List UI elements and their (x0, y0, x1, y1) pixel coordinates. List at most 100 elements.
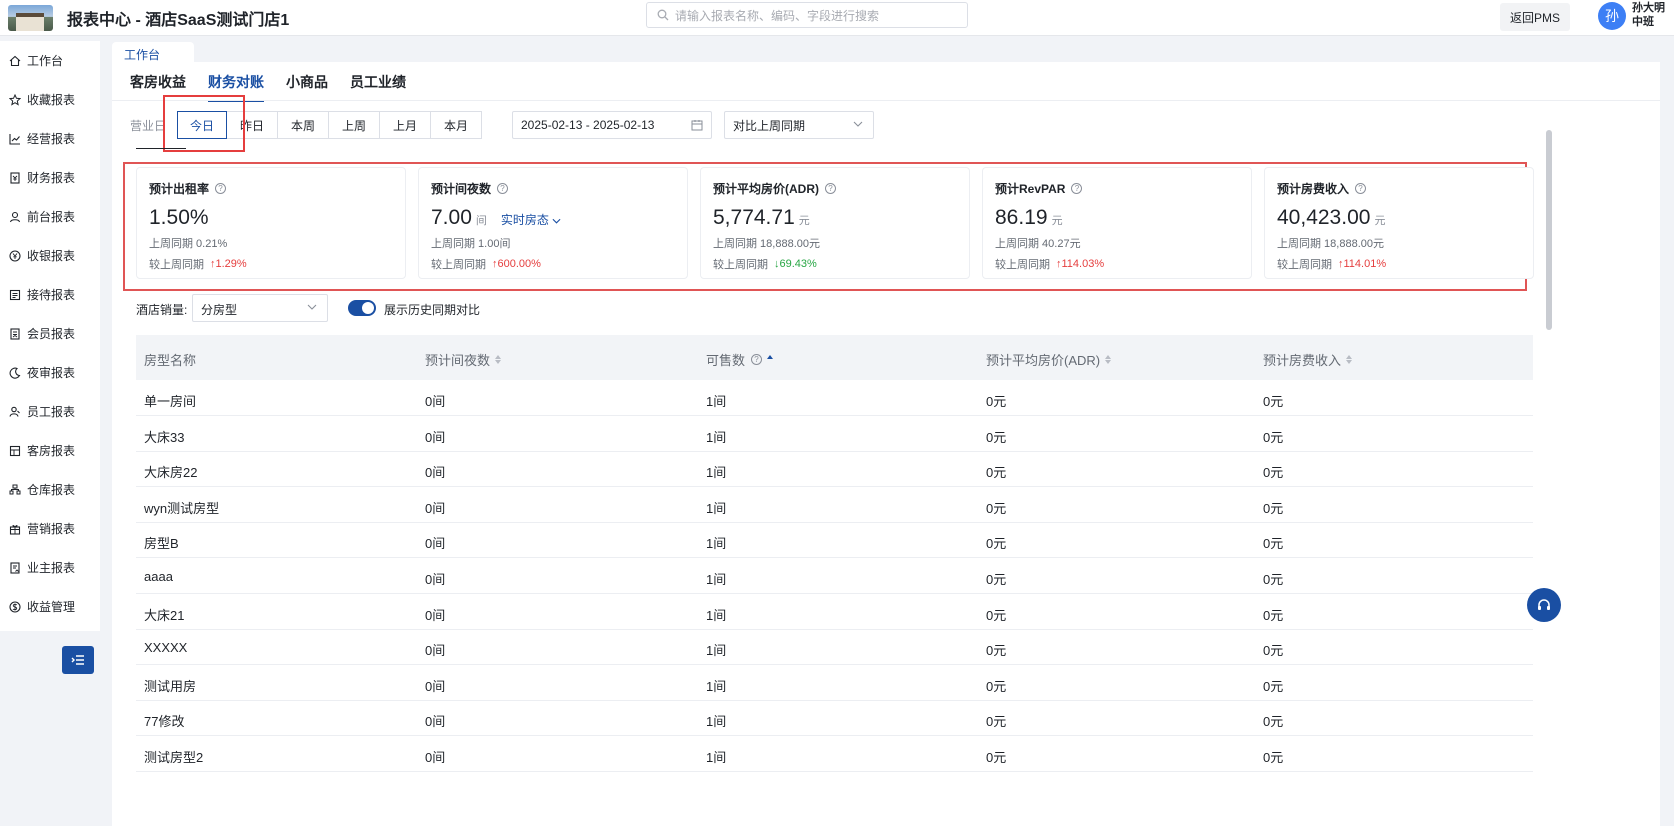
search-icon (657, 9, 669, 21)
room-nights-cell: 0间 (425, 714, 446, 730)
period-today-button[interactable]: 今日 (177, 111, 227, 139)
room-icon (8, 444, 22, 458)
table-row[interactable]: wyn测试房型 0间 1间 0元 0元 (136, 487, 1533, 523)
sidebar-item-label: 收藏报表 (27, 93, 76, 107)
table-header: 房型名称 预计间夜数 可售数? 预计平均房价(ADR) 预计房费收入 (136, 335, 1533, 380)
sort-icon[interactable] (495, 355, 502, 364)
history-compare-label: 展示历史同期对比 (384, 303, 481, 317)
group-by-select[interactable]: 分房型 (192, 294, 328, 322)
revenue-cell: 0元 (1263, 572, 1284, 587)
sidebar-item-label: 业主报表 (27, 561, 76, 575)
room-nights-cell: 0间 (425, 429, 446, 445)
realtime-room-status-dropdown[interactable]: 实时房态 (501, 211, 561, 228)
calendar-icon (691, 120, 703, 131)
sidebar-item-workbench[interactable]: 工作台 (0, 41, 100, 80)
avatar[interactable]: 孙 (1598, 2, 1626, 30)
period-segmented-control: 今日 昨日 本周 上周 上月 本月 (177, 111, 482, 139)
sidebar-item-cashier[interactable]: 收银报表 (0, 236, 100, 275)
sidebar-item-member[interactable]: 会员报表 (0, 314, 100, 353)
period-last-week-button[interactable]: 上周 (328, 111, 380, 139)
sidebar-item-reception[interactable]: 接待报表 (0, 275, 100, 314)
period-this-month-button[interactable]: 本月 (430, 111, 482, 139)
sidebar-item-marketing[interactable]: 营销报表 (0, 509, 100, 548)
column-header-room-nights[interactable]: 预计间夜数 (425, 350, 502, 369)
table-row[interactable]: aaaa 0间 1间 0元 0元 (136, 558, 1533, 594)
customer-service-button[interactable] (1527, 588, 1561, 622)
revenue-cell: 0元 (1263, 714, 1284, 730)
compare-period-select[interactable]: 对比上周同期 (724, 111, 874, 139)
kpi-value: 40,423.00 (1277, 206, 1371, 229)
table-row[interactable]: XXXXX 0间 1间 0元 0元 (136, 629, 1533, 666)
search-placeholder: 请输入报表名称、编码、字段进行搜索 (675, 8, 880, 23)
sort-asc-active-icon[interactable] (767, 355, 774, 364)
sidebar-item-finance[interactable]: 财务报表 (0, 158, 100, 197)
kpi-title: 预计平均房价(ADR)? (713, 180, 969, 197)
sidebar-item-night-audit[interactable]: 夜审报表 (0, 353, 100, 392)
report-search-input[interactable]: 请输入报表名称、编码、字段进行搜索 (646, 2, 968, 28)
kpi-last-period: 上周同期 0.21% (149, 238, 228, 250)
revenue-cell: 0元 (1263, 536, 1284, 552)
sidebar-collapse-button[interactable] (62, 646, 94, 674)
room-nights-cell: 0间 (425, 643, 446, 659)
table-row[interactable]: 77修改 0间 1间 0元 0元 (136, 700, 1533, 737)
sidebar-item-front-desk[interactable]: 前台报表 (0, 197, 100, 236)
column-header-available[interactable]: 可售数? (706, 350, 774, 369)
kpi-last-period: 上周同期 18,888.00元 (713, 238, 820, 250)
table-row[interactable]: 大床33 0间 1间 0元 0元 (136, 416, 1533, 452)
back-to-pms-button[interactable]: 返回PMS (1500, 3, 1570, 31)
help-icon[interactable]: ? (825, 183, 836, 194)
sidebar-item-operations[interactable]: 经营报表 (0, 119, 100, 158)
hotel-sales-label: 酒店销量: (136, 303, 188, 317)
kpi-unit: 元 (1051, 215, 1063, 227)
kpi-change-up: ↑114.03% (1056, 258, 1104, 270)
table-row[interactable]: 测试房型2 0间 1间 0元 0元 (136, 736, 1533, 772)
history-compare-toggle[interactable] (348, 300, 376, 316)
kpi-title: 预计RevPAR? (995, 180, 1251, 197)
help-icon[interactable]: ? (497, 183, 509, 194)
sidebar-item-rooms[interactable]: 客房报表 (0, 431, 100, 470)
sort-icon[interactable] (1346, 355, 1353, 364)
help-icon[interactable]: ? (1355, 183, 1367, 194)
available-cell: 1间 (706, 643, 727, 659)
user-info[interactable]: 孙大明 中班 (1632, 1, 1665, 29)
column-header-room-type: 房型名称 (144, 350, 196, 369)
sidebar-item-label: 夜审报表 (27, 366, 76, 380)
sidebar-item-warehouse[interactable]: 仓库报表 (0, 470, 100, 509)
date-range-picker[interactable]: 2025-02-13 - 2025-02-13 (512, 111, 712, 139)
help-icon[interactable]: ? (1071, 183, 1083, 194)
moon-icon (8, 366, 22, 380)
sidebar-item-owner[interactable]: 业主报表 (0, 548, 100, 587)
table-row[interactable]: 大床房22 0间 1间 0元 0元 (136, 451, 1533, 488)
sidebar-item-label: 财务报表 (27, 171, 76, 185)
adr-cell: 0元 (986, 394, 1007, 409)
table-row[interactable]: 房型B 0间 1间 0元 0元 (136, 522, 1533, 559)
member-card-icon (8, 327, 22, 341)
sidebar-item-label: 收益管理 (27, 600, 76, 614)
help-icon[interactable]: ? (751, 354, 763, 365)
sort-icon[interactable] (1105, 355, 1112, 364)
column-header-adr[interactable]: 预计平均房价(ADR) (986, 350, 1112, 369)
sidebar-item-favorites[interactable]: 收藏报表 (0, 80, 100, 119)
table-row[interactable]: 测试用房 0间 1间 0元 0元 (136, 665, 1533, 701)
workspace-tab[interactable]: 工作台 (112, 42, 194, 64)
sidebar-item-staff[interactable]: 员工报表 (0, 392, 100, 431)
sidebar-item-revenue-management[interactable]: 收益管理 (0, 587, 100, 626)
table-row[interactable]: 单一房间 0间 1间 0元 0元 (136, 380, 1533, 416)
column-header-label: 预计平均房价(ADR) (986, 353, 1101, 368)
kpi-value-row: 40,423.00 元 (1277, 206, 1533, 230)
kpi-value-row: 5,774.71 元 (713, 206, 969, 230)
tab-small-goods[interactable]: 小商品 (286, 72, 328, 102)
adr-cell: 0元 (986, 429, 1007, 445)
period-this-week-button[interactable]: 本周 (277, 111, 329, 139)
period-last-month-button[interactable]: 上月 (379, 111, 431, 139)
room-nights-cell: 0间 (425, 750, 446, 765)
vertical-scrollbar[interactable] (1546, 130, 1552, 330)
table-row[interactable]: 大床21 0间 1间 0元 0元 (136, 594, 1533, 630)
column-header-room-revenue[interactable]: 预计房费收入 (1263, 350, 1353, 369)
tab-staff-performance[interactable]: 员工业绩 (350, 72, 406, 102)
kpi-change-up: ↑600.00% (492, 258, 541, 270)
help-icon[interactable]: ? (215, 183, 227, 194)
kpi-unit: 元 (798, 215, 810, 227)
gift-icon (8, 522, 22, 536)
chevron-down-icon (307, 304, 317, 310)
